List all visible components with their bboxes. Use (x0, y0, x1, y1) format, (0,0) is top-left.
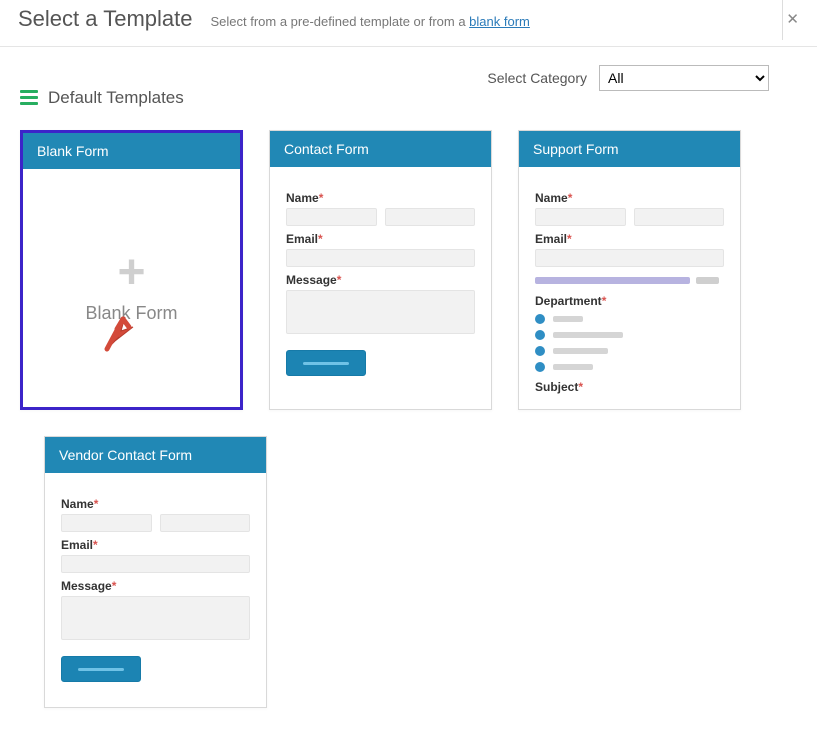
field-label-name: Name* (535, 191, 724, 205)
last-name-preview (634, 208, 725, 226)
field-label-subject: Subject* (535, 380, 724, 394)
card-title: Vendor Contact Form (45, 437, 266, 473)
plus-icon: + (117, 249, 145, 297)
card-body: Name* Email* Message* (45, 473, 266, 707)
template-card-vendor[interactable]: Vendor Contact Form Name* Email* Message… (44, 436, 267, 708)
close-icon[interactable]: ✕ (780, 8, 805, 30)
card-title: Blank Form (23, 133, 240, 169)
field-label-name: Name* (286, 191, 475, 205)
field-label-message: Message* (61, 579, 250, 593)
name-inputs (286, 205, 475, 226)
field-label-email: Email* (286, 232, 475, 246)
list-icon (20, 87, 38, 108)
section-title: Default Templates (48, 88, 184, 108)
email-preview (286, 249, 475, 267)
dialog-header: Select a Template Select from a pre-defi… (0, 0, 817, 47)
email-preview (61, 555, 250, 573)
field-label-department: Department* (535, 294, 724, 308)
first-name-preview (286, 208, 377, 226)
first-name-preview (61, 514, 152, 532)
name-inputs (61, 511, 250, 532)
field-label-message: Message* (286, 273, 475, 287)
radio-option-preview (535, 346, 724, 356)
card-body: + Blank Form (23, 169, 240, 407)
skeleton-bar-short (696, 277, 719, 284)
message-preview (286, 290, 475, 334)
message-preview (61, 596, 250, 640)
last-name-preview (385, 208, 476, 226)
dialog-title: Select a Template (18, 6, 192, 32)
submit-button-preview (61, 656, 141, 682)
email-preview (535, 249, 724, 267)
submit-button-preview (286, 350, 366, 376)
skeleton-row (535, 277, 724, 284)
skeleton-bar (535, 277, 690, 284)
category-label: Select Category (487, 70, 587, 86)
radio-option-preview (535, 314, 724, 324)
card-title: Support Form (519, 131, 740, 167)
card-body: Name* Email* Message* (270, 167, 491, 409)
field-label-email: Email* (61, 538, 250, 552)
template-grid: Blank Form + Blank Form Contact Form Nam… (0, 108, 817, 730)
radio-option-preview (535, 330, 724, 340)
template-card-blank[interactable]: Blank Form + Blank Form (20, 130, 243, 410)
template-card-contact[interactable]: Contact Form Name* Email* Message* (269, 130, 492, 410)
radio-option-preview (535, 362, 724, 372)
field-label-name: Name* (61, 497, 250, 511)
category-select[interactable]: All (599, 65, 769, 91)
card-title: Contact Form (270, 131, 491, 167)
blank-form-link[interactable]: blank form (469, 14, 530, 29)
template-card-support[interactable]: Support Form Name* Email* Department* Su… (518, 130, 741, 410)
first-name-preview (535, 208, 626, 226)
field-label-email: Email* (535, 232, 724, 246)
dialog-description-text: Select from a pre-defined template or fr… (210, 14, 469, 29)
card-body: Name* Email* Department* Subject* (519, 167, 740, 409)
dialog-description: Select from a pre-defined template or fr… (210, 14, 529, 29)
blank-form-label: Blank Form (85, 303, 177, 324)
last-name-preview (160, 514, 251, 532)
name-inputs (535, 205, 724, 226)
